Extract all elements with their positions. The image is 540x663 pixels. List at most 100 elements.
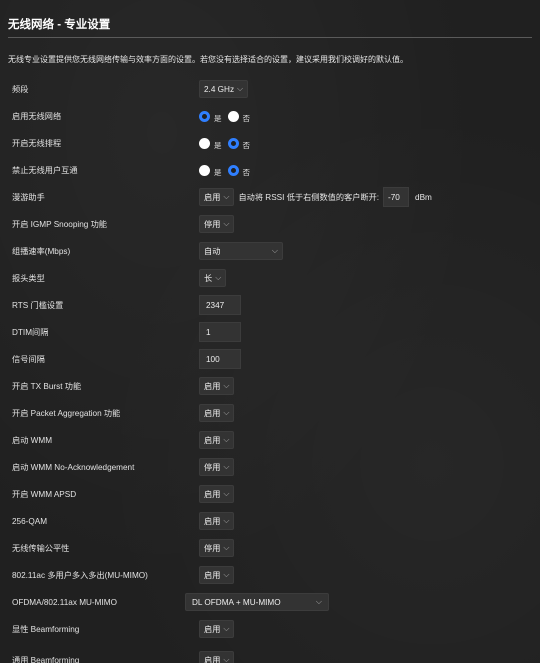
wmm-apsd-value: 启用 [204, 490, 221, 499]
block-client-comm-no-radio[interactable] [227, 164, 239, 176]
row-tx-burst: 开启 TX Burst 功能 启用 ⌵ [0, 374, 540, 398]
igmp-select[interactable]: 停用 ⌵ [199, 215, 235, 233]
row-mu-mimo: 802.11ac 多用户多入多出(MU-MIMO) 启用 ⌵ [0, 563, 540, 587]
chevron-down-icon: ⌵ [237, 84, 244, 93]
universal-bf-select[interactable]: 启用 ⌵ [199, 651, 235, 663]
radio-yes-label: 是 [214, 140, 222, 150]
airtime-select[interactable]: 停用 ⌵ [199, 539, 235, 557]
row-wmm: 启动 WMM 启用 ⌵ [0, 428, 540, 452]
chevron-down-icon: ⌵ [223, 462, 230, 471]
ofdma-label: OFDMA/802.11ax MU-MIMO [12, 597, 117, 607]
roaming-description: 自动将 RSSI 低于右侧数值的客户断开: [238, 193, 380, 202]
wmm-apsd-select[interactable]: 启用 ⌵ [199, 485, 235, 503]
row-airtime-fairness: 无线传输公平性 停用 ⌵ [0, 536, 540, 560]
chevron-down-icon: ⌵ [223, 624, 230, 633]
wmm-select[interactable]: 启用 ⌵ [199, 431, 235, 449]
row-wireless-schedule: 开启无线排程 是 否 [0, 131, 540, 155]
wmm-noack-value: 停用 [204, 463, 221, 472]
radio-no-label: 否 [242, 113, 251, 123]
universal-bf-label: 通用 Beamforming [12, 656, 80, 663]
row-roaming: 漫游助手 启用 ⌵ 自动将 RSSI 低于右侧数值的客户断开: -70 dBm [0, 185, 540, 209]
airtime-value: 停用 [204, 544, 221, 553]
chevron-down-icon: ⌵ [223, 192, 230, 201]
row-multicast-rate: 组播速率(Mbps) 自动 ⌵ [0, 239, 540, 263]
rssi-input[interactable]: -70 [383, 187, 410, 207]
beacon-input[interactable]: 100 [199, 349, 241, 369]
enable-wireless-yes-radio[interactable] [199, 110, 210, 122]
block-client-comm-yes-radio[interactable] [199, 164, 210, 176]
page-title: 无线网络 - 专业设置 [8, 19, 111, 31]
title-divider [8, 37, 532, 38]
igmp-label: 开启 IGMP Snooping 功能 [12, 220, 107, 229]
row-explicit-beamforming: 显性 Beamforming 启用 ⌵ [0, 617, 540, 641]
roaming-select[interactable]: 启用 ⌵ [199, 188, 235, 206]
packet-agg-value: 启用 [204, 409, 221, 418]
chevron-down-icon: ⌵ [223, 516, 230, 525]
igmp-value: 停用 [204, 220, 221, 229]
wireless-schedule-label: 开启无线排程 [12, 139, 62, 148]
row-rts: RTS 门槛设置 2347 [0, 293, 540, 317]
explicit-bf-value: 启用 [204, 625, 221, 634]
radio-yes-label: 是 [214, 167, 222, 177]
row-ofdma: OFDMA/802.11ax MU-MIMO DL OFDMA + MU-MIM… [0, 590, 540, 614]
ofdma-value: DL OFDMA + MU-MIMO [192, 597, 281, 607]
wmm-noack-select[interactable]: 停用 ⌵ [199, 458, 235, 476]
ofdma-select[interactable]: DL OFDMA + MU-MIMO ⌵ [185, 593, 329, 611]
multicast-rate-select[interactable]: 自动 ⌵ [199, 242, 283, 260]
row-256qam: 256-QAM 启用 ⌵ [0, 509, 540, 533]
preamble-select[interactable]: 长 ⌵ [199, 269, 227, 287]
row-universal-beamforming: 通用 Beamforming 启用 ⌵ [0, 648, 540, 663]
preamble-value: 长 [204, 274, 213, 283]
packet-agg-select[interactable]: 启用 ⌵ [199, 404, 235, 422]
band-select[interactable]: 2.4 GHz ⌵ [199, 80, 249, 98]
chevron-down-icon: ⌵ [223, 543, 230, 552]
explicit-bf-label: 显性 Beamforming [12, 625, 80, 634]
block-client-comm-label: 禁止无线用户互通 [12, 166, 78, 175]
row-wmm-apsd: 开启 WMM APSD 启用 ⌵ [0, 482, 540, 506]
mu-mimo-label: 802.11ac 多用户多入多出(MU-MIMO) [12, 571, 148, 580]
chevron-down-icon: ⌵ [215, 273, 222, 282]
row-wmm-noack: 启动 WMM No-Acknowledgement 停用 ⌵ [0, 455, 540, 479]
chevron-down-icon: ⌵ [315, 597, 322, 606]
wmm-noack-label: 启动 WMM No-Acknowledgement [12, 463, 135, 472]
chevron-down-icon: ⌵ [271, 246, 278, 255]
row-dtim: DTIM间隔 1 [0, 320, 540, 344]
beacon-label: 信号间隔 [12, 355, 45, 364]
row-preamble: 报头类型 长 ⌵ [0, 266, 540, 290]
dtim-label: DTIM间隔 [12, 328, 49, 337]
rssi-unit: dBm [415, 192, 432, 202]
chevron-down-icon: ⌵ [223, 381, 230, 390]
chevron-down-icon: ⌵ [223, 219, 230, 228]
packet-agg-label: 开启 Packet Aggregation 功能 [12, 409, 121, 418]
radio-yes-label: 是 [214, 113, 222, 123]
preamble-label: 报头类型 [12, 274, 45, 283]
explicit-bf-select[interactable]: 启用 ⌵ [199, 620, 235, 638]
wireless-schedule-no-radio[interactable] [227, 137, 239, 149]
wireless-schedule-yes-radio[interactable] [199, 137, 210, 149]
band-value: 2.4 GHz [204, 84, 235, 94]
row-beacon: 信号间隔 100 [0, 347, 540, 371]
wmm-value: 启用 [204, 436, 221, 445]
wmm-label: 启动 WMM [12, 436, 53, 445]
qam256-select[interactable]: 启用 ⌵ [199, 512, 235, 530]
row-band: 频段 2.4 GHz ⌵ [0, 77, 540, 101]
tx-burst-label: 开启 TX Burst 功能 [12, 382, 82, 391]
chevron-down-icon: ⌵ [223, 435, 230, 444]
roaming-value: 启用 [204, 193, 221, 202]
tx-burst-select[interactable]: 启用 ⌵ [199, 377, 235, 395]
mu-mimo-select[interactable]: 启用 ⌵ [199, 566, 235, 584]
wmm-apsd-label: 开启 WMM APSD [12, 490, 77, 499]
enable-wireless-label: 启用无线网络 [12, 112, 62, 121]
dtim-input[interactable]: 1 [199, 322, 241, 342]
enable-wireless-no-radio[interactable] [227, 110, 239, 122]
row-packet-aggregation: 开启 Packet Aggregation 功能 启用 ⌵ [0, 401, 540, 425]
roaming-label: 漫游助手 [12, 193, 45, 202]
row-igmp: 开启 IGMP Snooping 功能 停用 ⌵ [0, 212, 540, 236]
radio-no-label: 否 [242, 140, 251, 150]
tx-burst-value: 启用 [204, 382, 221, 391]
mu-mimo-value: 启用 [204, 571, 221, 580]
rts-input[interactable]: 2347 [199, 295, 241, 315]
row-block-client-comm: 禁止无线用户互通 是 否 [0, 158, 540, 182]
chevron-down-icon: ⌵ [223, 408, 230, 417]
chevron-down-icon: ⌵ [223, 570, 230, 579]
